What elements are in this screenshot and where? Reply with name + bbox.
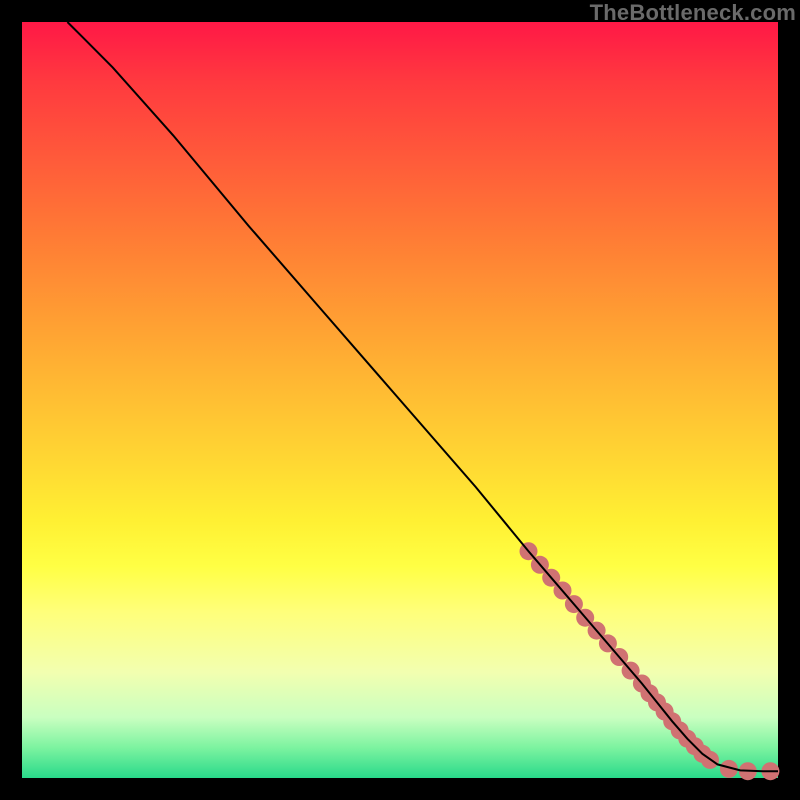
marker-group <box>520 542 780 780</box>
curve-line <box>67 22 778 771</box>
watermark-text: TheBottleneck.com <box>590 0 796 26</box>
chart-svg <box>22 22 778 778</box>
chart-frame: TheBottleneck.com <box>0 0 800 800</box>
